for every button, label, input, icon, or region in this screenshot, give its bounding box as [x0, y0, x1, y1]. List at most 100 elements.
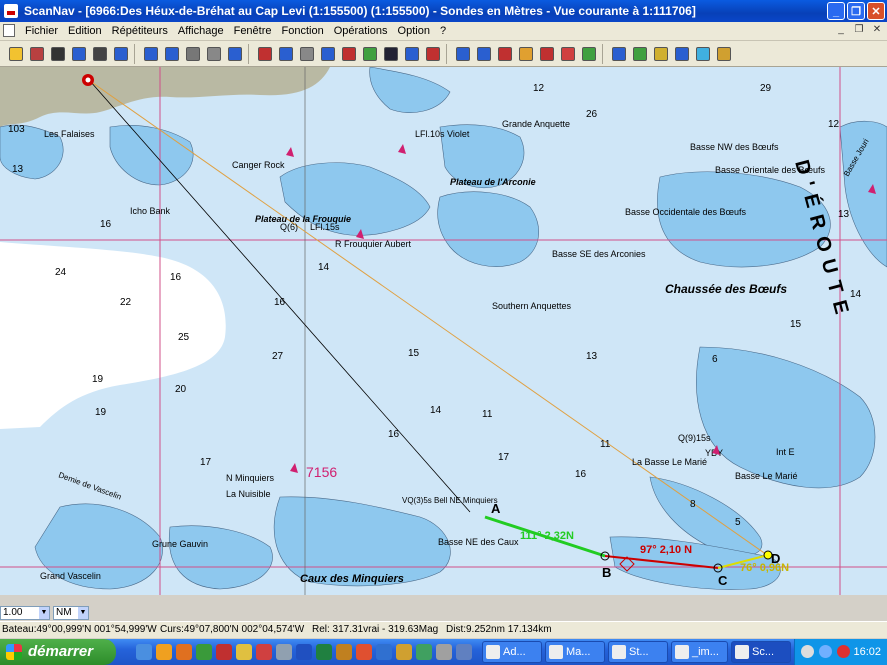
help-pointer-icon[interactable] [69, 44, 89, 64]
mdi-close-button[interactable]: ✕ [871, 24, 883, 36]
menu-help[interactable]: ? [435, 24, 451, 38]
color-text-icon[interactable] [402, 44, 422, 64]
show-desktop-icon[interactable] [136, 644, 152, 660]
label-int-e: Int E [776, 447, 795, 457]
task-button[interactable]: St... [608, 641, 668, 663]
waypoint-d-label: D [771, 551, 780, 566]
pan-hand-icon[interactable] [183, 44, 203, 64]
zoom-out-icon[interactable] [162, 44, 182, 64]
crosshair-icon[interactable] [276, 44, 296, 64]
pdf-icon[interactable] [256, 644, 272, 660]
save-icon[interactable] [48, 44, 68, 64]
chart-canvas[interactable]: 103 13 16 24 22 25 27 19 20 16 14 16 15 14 11 19 16 13 29 1… [0, 67, 887, 595]
zoom-in-icon-glyph [144, 46, 158, 61]
menu-repetiteurs[interactable]: Répétiteurs [107, 24, 173, 38]
label-canger-rock: Canger Rock [232, 160, 285, 170]
menu-fonction[interactable]: Fonction [277, 24, 329, 38]
network-icon[interactable] [819, 645, 832, 658]
chevron-down-icon[interactable]: ▼ [39, 607, 49, 619]
app-icon[interactable] [336, 644, 352, 660]
menu-fenetre[interactable]: Fenêtre [229, 24, 277, 38]
task-button[interactable]: Ad... [482, 641, 542, 663]
restore-button[interactable]: ❐ [847, 2, 865, 20]
heading-icon[interactable] [453, 44, 473, 64]
task-button-scannav[interactable]: Sc... [731, 641, 791, 663]
scale-row: 1.00 ▼ NM ▼ [0, 604, 887, 620]
security-icon[interactable] [837, 645, 850, 658]
route-plan-icon[interactable] [516, 44, 536, 64]
gps-icon[interactable] [423, 44, 443, 64]
whats-this-icon[interactable] [111, 44, 131, 64]
bearing-icon[interactable] [360, 44, 380, 64]
app-icon[interactable] [196, 644, 212, 660]
mdi-minimize-button[interactable]: _ [835, 24, 847, 36]
about-icon-glyph [717, 46, 731, 61]
lifebuoy-icon[interactable] [558, 44, 578, 64]
mdi-restore-button[interactable]: ❐ [853, 24, 865, 36]
menu-affichage[interactable]: Affichage [173, 24, 229, 38]
app-icon[interactable] [376, 644, 392, 660]
boat-position-icon[interactable] [82, 74, 94, 86]
open-chart-icon[interactable] [6, 44, 26, 64]
about-icon[interactable] [714, 44, 734, 64]
start-button[interactable]: démarrer [0, 639, 116, 665]
chevron-down-icon[interactable]: ▼ [78, 607, 88, 619]
north-up-icon[interactable] [474, 44, 494, 64]
tray-icon[interactable] [801, 645, 814, 658]
excel-icon[interactable] [316, 644, 332, 660]
app-icon[interactable] [276, 644, 292, 660]
word-icon[interactable] [296, 644, 312, 660]
status-boat-position: Bateau:49°00,999'N 001°54,999'W [2, 624, 157, 635]
label-basse-se-arconies: Basse SE des Arconies [552, 249, 646, 259]
route-icon[interactable] [297, 44, 317, 64]
zoom-in-icon[interactable] [141, 44, 161, 64]
grid-icon[interactable] [630, 44, 650, 64]
track-icon[interactable] [672, 44, 692, 64]
firefox-icon[interactable] [176, 644, 192, 660]
rotate-icon[interactable] [225, 44, 245, 64]
tide-icon[interactable] [579, 44, 599, 64]
print-icon[interactable] [90, 44, 110, 64]
task-label: Ad... [503, 646, 526, 658]
draw-line-icon-glyph [321, 46, 335, 61]
sounding: 13 [12, 164, 24, 175]
minimize-button[interactable]: _ [827, 2, 845, 20]
menu-fichier[interactable]: Fichier [20, 24, 63, 38]
scannav-app-icon[interactable] [4, 4, 18, 18]
layers-icon[interactable] [609, 44, 629, 64]
erase-icon[interactable] [339, 44, 359, 64]
app-icon[interactable] [416, 644, 432, 660]
unit-combo[interactable]: NM ▼ [53, 606, 89, 620]
sounding: 5 [735, 517, 741, 528]
folder-icon[interactable] [236, 644, 252, 660]
label-lfl10s: LFl.10s Violet [415, 129, 470, 139]
sounding: 20 [175, 384, 187, 395]
text-icon[interactable] [381, 44, 401, 64]
wind-icon[interactable] [693, 44, 713, 64]
man-overboard-icon[interactable] [537, 44, 557, 64]
menu-operations[interactable]: Opérations [329, 24, 393, 38]
task-button[interactable]: _im... [671, 641, 728, 663]
app-icon[interactable] [456, 644, 472, 660]
nautical-chart-view[interactable]: 103 13 16 24 22 25 27 19 20 16 14 16 15 14 11 19 16 13 29 1… [0, 67, 887, 595]
menu-option[interactable]: Option [393, 24, 435, 38]
anchor-icon[interactable] [255, 44, 275, 64]
waypoints-icon[interactable] [651, 44, 671, 64]
system-tray: 16:02 [794, 639, 887, 665]
draw-line-icon[interactable] [318, 44, 338, 64]
mail-icon[interactable] [156, 644, 172, 660]
app-icon[interactable] [356, 644, 372, 660]
task-label: Sc... [752, 646, 775, 658]
scale-combo[interactable]: 1.00 ▼ [0, 606, 50, 620]
app-icon[interactable] [436, 644, 452, 660]
menu-edition[interactable]: Edition [63, 24, 107, 38]
document-icon[interactable] [3, 24, 15, 37]
print-preview-icon[interactable] [27, 44, 47, 64]
close-button[interactable]: ✕ [867, 2, 885, 20]
crosshair-icon-glyph [279, 46, 293, 61]
app-icon[interactable] [396, 644, 412, 660]
task-button[interactable]: Ma... [545, 641, 605, 663]
select-rect-icon[interactable] [204, 44, 224, 64]
app-icon[interactable] [216, 644, 232, 660]
target-icon[interactable] [495, 44, 515, 64]
